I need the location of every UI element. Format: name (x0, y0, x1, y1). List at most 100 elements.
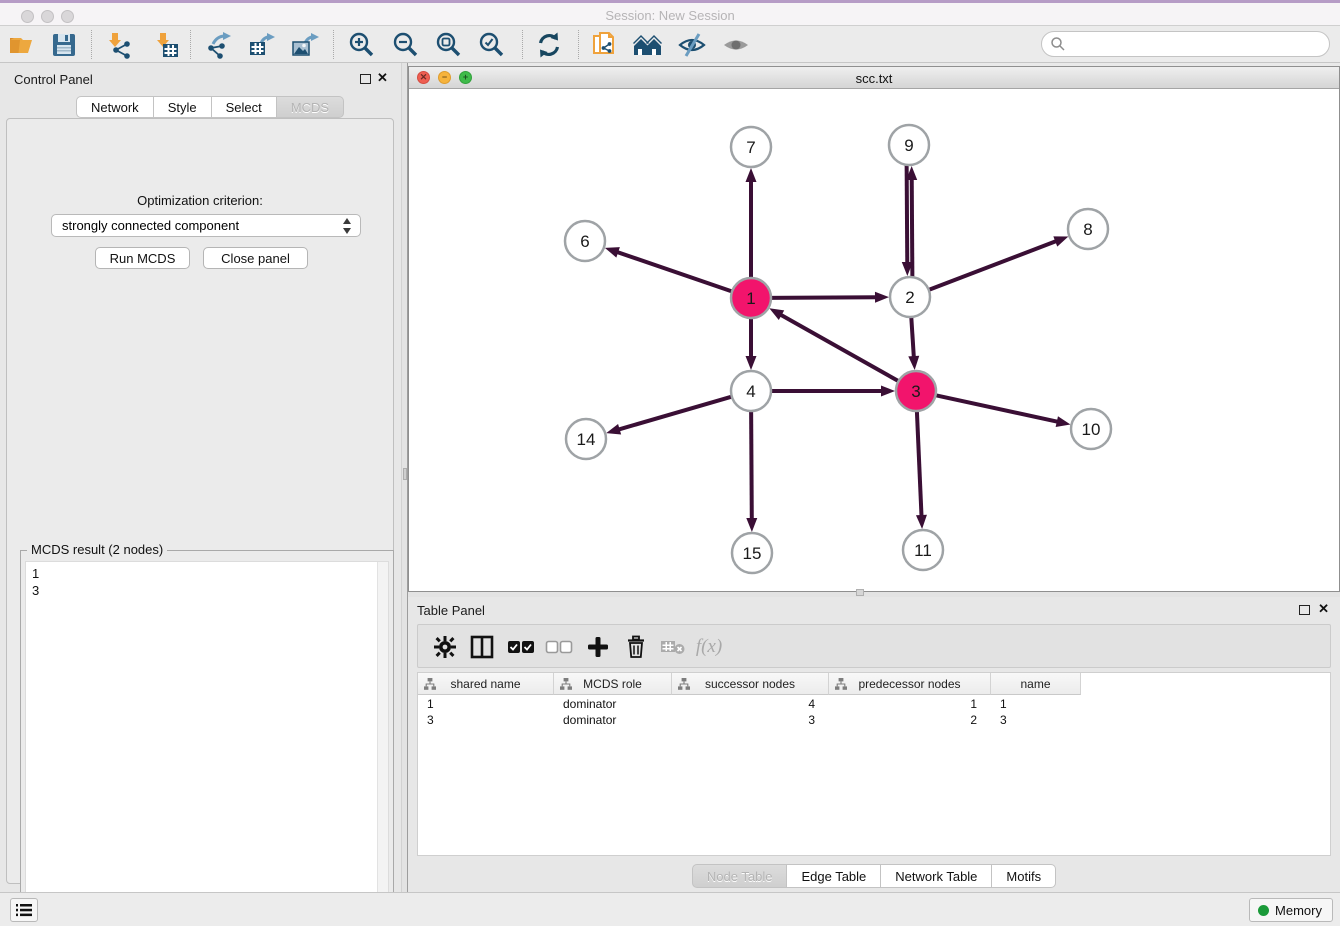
mcds-result-list[interactable]: 13 (25, 561, 389, 926)
edge-2-3[interactable] (911, 315, 914, 359)
edge-1-6[interactable] (615, 251, 734, 292)
import-network-icon[interactable] (100, 29, 136, 61)
toolbar-separator (333, 30, 334, 59)
edge-arrowhead (908, 356, 919, 370)
show-all-icon[interactable] (718, 29, 754, 61)
tab-select[interactable]: Select (212, 96, 277, 118)
table-row[interactable]: 1dominator411 (418, 697, 1081, 713)
cell-shared-name[interactable]: 3 (418, 713, 554, 729)
network-window-titlebar[interactable]: ✕ − + scc.txt (409, 67, 1339, 89)
add-column-icon[interactable] (581, 631, 615, 663)
save-session-icon[interactable] (46, 29, 82, 61)
search-input[interactable] (1066, 34, 1329, 54)
cell-name[interactable]: 1 (991, 697, 1081, 713)
column-header-label: predecessor nodes (858, 677, 960, 691)
zoom-selected-icon[interactable] (474, 29, 510, 61)
hide-selected-icon[interactable] (674, 29, 710, 61)
hierarchy-icon (560, 678, 572, 690)
main-toolbar (0, 26, 1340, 63)
export-table-icon[interactable] (244, 29, 280, 61)
tab-style[interactable]: Style (154, 96, 212, 118)
status-bar: Memory (0, 892, 1340, 926)
memory-button[interactable]: Memory (1249, 898, 1333, 922)
column-header-name[interactable]: name (991, 673, 1081, 695)
splitter-handle[interactable] (856, 589, 864, 596)
edge-3-11[interactable] (917, 409, 922, 518)
edge-3-10[interactable] (934, 395, 1060, 422)
cell-predecessor-nodes[interactable]: 2 (829, 713, 991, 729)
delete-table-icon[interactable] (656, 631, 690, 663)
edge-2-8[interactable] (927, 240, 1058, 290)
optimization-criterion-label: Optimization criterion: (7, 193, 393, 208)
refresh-icon[interactable] (531, 29, 567, 61)
edge-3-1[interactable] (779, 314, 900, 382)
column-header-label: name (1020, 677, 1050, 691)
tab-mcds[interactable]: MCDS (277, 96, 344, 118)
tab-motifs[interactable]: Motifs (992, 864, 1056, 888)
edge-4-14[interactable] (617, 396, 734, 430)
table-tabs: Node TableEdge TableNetwork TableMotifs (408, 864, 1340, 888)
node-label: 6 (580, 232, 589, 251)
export-network-icon[interactable] (201, 29, 237, 61)
function-builder-icon: f(x) (692, 631, 726, 663)
close-panel-icon[interactable]: ✕ (377, 73, 388, 83)
tab-network-table[interactable]: Network Table (881, 864, 992, 888)
column-header-shared-name[interactable]: shared name (418, 673, 554, 695)
cell-successor-nodes[interactable]: 4 (672, 697, 829, 713)
open-file-icon[interactable] (4, 29, 40, 61)
edge-4-15[interactable] (751, 409, 752, 521)
close-panel-button[interactable]: Close panel (203, 247, 308, 269)
column-header-MCDS-role[interactable]: MCDS role (554, 673, 672, 695)
cell-shared-name[interactable]: 1 (418, 697, 554, 713)
search-icon (1050, 36, 1066, 52)
edge-9-2[interactable] (907, 163, 908, 265)
control-panel-title: Control Panel (14, 72, 93, 87)
criterion-select[interactable]: strongly connected component (51, 214, 361, 237)
cell-successor-nodes[interactable]: 3 (672, 713, 829, 729)
cell-MCDS-role[interactable]: dominator (554, 713, 672, 729)
vertical-splitter[interactable] (401, 63, 408, 892)
gear-icon[interactable] (428, 631, 462, 663)
application-window: Session: New Session (0, 0, 1340, 926)
tab-network[interactable]: Network (76, 96, 154, 118)
column-header-predecessor-nodes[interactable]: predecessor nodes (829, 673, 991, 695)
cell-predecessor-nodes[interactable]: 1 (829, 697, 991, 713)
cell-name[interactable]: 3 (991, 713, 1081, 729)
scrollbar[interactable] (377, 562, 388, 926)
select-all-icon[interactable] (504, 631, 538, 663)
run-mcds-button[interactable]: Run MCDS (95, 247, 190, 269)
cell-MCDS-role[interactable]: dominator (554, 697, 672, 713)
node-label: 14 (577, 430, 596, 449)
column-header-successor-nodes[interactable]: successor nodes (672, 673, 829, 695)
network-canvas[interactable]: 1234678910111415 (409, 89, 1339, 591)
edge-arrowhead (881, 386, 895, 397)
splitter-handle[interactable] (403, 468, 407, 480)
network-view-window: ✕ − + scc.txt 1234678910111415 (408, 66, 1340, 592)
memory-status-icon (1258, 905, 1269, 916)
edge-arrowhead (916, 515, 927, 529)
delete-icon[interactable] (619, 631, 653, 663)
clone-network-icon[interactable] (587, 29, 623, 61)
first-neighbors-icon[interactable] (630, 29, 666, 61)
edge-1-2[interactable] (769, 297, 878, 298)
network-graph[interactable]: 1234678910111415 (409, 89, 1339, 592)
toolbar-separator (522, 30, 523, 59)
float-panel-icon[interactable] (360, 74, 371, 84)
zoom-in-icon[interactable] (344, 29, 380, 61)
close-panel-icon[interactable]: ✕ (1318, 604, 1329, 614)
zoom-fit-icon[interactable] (431, 29, 467, 61)
zoom-out-icon[interactable] (388, 29, 424, 61)
node-table[interactable]: shared nameMCDS rolesuccessor nodes prede… (417, 672, 1331, 856)
task-history-button[interactable] (10, 898, 38, 922)
float-panel-icon[interactable] (1299, 605, 1310, 615)
import-table-icon[interactable] (148, 29, 184, 61)
tab-edge-table[interactable]: Edge Table (787, 864, 881, 888)
export-image-icon[interactable] (287, 29, 323, 61)
deselect-all-icon[interactable] (542, 631, 576, 663)
tab-node-table[interactable]: Node Table (692, 864, 788, 888)
table-row[interactable]: 3dominator323 (418, 713, 1081, 729)
table-panel-title: Table Panel (417, 603, 485, 618)
mcds-result-title: MCDS result (2 nodes) (27, 542, 167, 557)
column-selector-icon[interactable] (465, 631, 499, 663)
search-field[interactable] (1041, 31, 1330, 57)
